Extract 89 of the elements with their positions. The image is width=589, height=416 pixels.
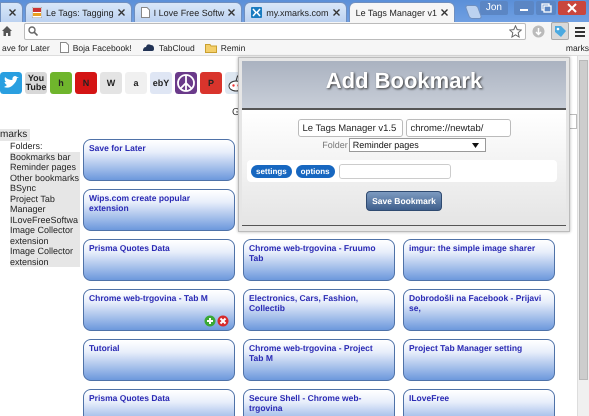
bookmark-title[interactable]: Wips.com create popular extension bbox=[89, 193, 229, 213]
bookmark-title[interactable]: Secure Shell - Chrome web-trgovina bbox=[249, 393, 389, 413]
browser-tab[interactable]: I Love Free Softw bbox=[134, 2, 242, 22]
site-logo-tile[interactable]: ebY bbox=[150, 72, 172, 94]
delete-icon[interactable] bbox=[217, 315, 229, 327]
bookmark-card[interactable]: Chrome web-trgovina - Project Tab M bbox=[243, 339, 395, 381]
user-button[interactable]: Jon bbox=[480, 1, 508, 15]
bookmark-title[interactable]: ILoveFree bbox=[409, 393, 549, 403]
bookmark-item[interactable]: Remin bbox=[204, 42, 246, 52]
bookmark-card[interactable]: imgur: the simple image sharer bbox=[403, 239, 555, 281]
bookmark-card[interactable]: Chrome web-trgovina - Tab M bbox=[83, 289, 235, 331]
bookmark-title[interactable]: imgur: the simple image sharer bbox=[409, 243, 549, 253]
bookmark-item[interactable]: marks bbox=[566, 42, 589, 52]
section-heading: marks bbox=[0, 129, 30, 141]
close-icon[interactable] bbox=[8, 9, 16, 16]
bookmark-title[interactable]: Project Tab Manager setting bbox=[409, 343, 549, 353]
home-icon[interactable] bbox=[2, 25, 12, 37]
folder-link[interactable]: Bookmarks bar bbox=[10, 152, 80, 162]
star-icon[interactable] bbox=[509, 24, 522, 38]
bookmark-title[interactable]: Prisma Quotes Data bbox=[89, 393, 229, 403]
folder-label: Folder bbox=[322, 140, 348, 150]
site-logo-tile[interactable]: a bbox=[125, 72, 147, 94]
restore-icon[interactable] bbox=[536, 1, 556, 15]
close-icon[interactable] bbox=[228, 9, 236, 16]
folder-icon bbox=[204, 42, 217, 52]
page-icon bbox=[140, 7, 150, 18]
close-icon[interactable] bbox=[332, 9, 340, 16]
browser-tab[interactable]: Le Tags: Tagging bbox=[24, 2, 132, 22]
bookmark-card[interactable]: Project Tab Manager setting bbox=[403, 339, 555, 381]
folder-link[interactable]: BSync bbox=[10, 183, 80, 194]
bookmark-title[interactable]: Chrome web-trgovina - Tab M bbox=[89, 293, 229, 303]
bookmark-title[interactable]: Chrome web-trgovina - Project Tab M bbox=[249, 343, 389, 363]
bookmark-card[interactable]: Secure Shell - Chrome web-trgovina bbox=[243, 389, 395, 416]
tag-icon bbox=[554, 24, 566, 38]
search-icon bbox=[28, 26, 38, 36]
menu-icon[interactable] bbox=[575, 26, 585, 36]
cloud-icon bbox=[142, 43, 155, 52]
bookmark-card[interactable]: ILoveFree bbox=[403, 389, 555, 416]
bookmark-card[interactable]: Prisma Quotes Data bbox=[83, 389, 235, 416]
bookmark-card[interactable]: Save for Later bbox=[83, 139, 235, 181]
tag-chip[interactable]: settings bbox=[251, 164, 292, 178]
folder-link[interactable]: Other bookmarks bbox=[10, 172, 80, 183]
folder-link[interactable]: Reminder pages bbox=[10, 162, 80, 172]
scrollbar-thumb[interactable] bbox=[579, 60, 588, 380]
bookmark-title[interactable]: Prisma Quotes Data bbox=[89, 243, 229, 253]
bookmark-title[interactable]: Dobrodošli na Facebook - Prijavi se, bbox=[409, 293, 549, 313]
bookmark-item[interactable]: ave for Later bbox=[2, 42, 50, 52]
folders-label: Folders: bbox=[10, 141, 44, 152]
close-icon[interactable] bbox=[440, 9, 448, 16]
folder-link[interactable]: Image Collector extension bbox=[10, 246, 80, 267]
folder-link[interactable]: Project Tab Manager bbox=[10, 194, 80, 214]
popup-title: Add Bookmark bbox=[242, 61, 566, 110]
bird-logo-icon[interactable] bbox=[0, 72, 22, 94]
address-field[interactable] bbox=[24, 22, 526, 40]
tag-input-field[interactable] bbox=[338, 164, 451, 178]
minimize-icon[interactable] bbox=[514, 1, 534, 15]
bookmark-card[interactable]: Prisma Quotes Data bbox=[83, 239, 235, 281]
site-logo-tile[interactable]: h bbox=[50, 72, 72, 94]
folder-dropdown[interactable]: Reminder pages bbox=[348, 138, 486, 152]
favicon-icon bbox=[251, 7, 262, 18]
site-logo-tile[interactable]: You Tube bbox=[25, 72, 47, 94]
bookmark-item[interactable]: Boja Facebook! bbox=[60, 42, 132, 53]
name-field[interactable]: Le Tags Manager v1.5 bbox=[298, 119, 402, 137]
bookmark-card[interactable]: Dobrodošli na Facebook - Prijavi se, bbox=[403, 289, 555, 331]
bookmark-title[interactable]: Tutorial bbox=[89, 343, 229, 353]
close-icon[interactable] bbox=[118, 9, 125, 16]
save-bookmark-button[interactable]: Save Bookmark bbox=[366, 191, 442, 211]
url-field[interactable]: chrome://newtab/ bbox=[406, 119, 510, 137]
site-logo-tile[interactable]: W bbox=[100, 72, 122, 94]
bookmark-title[interactable]: Electronics, Cars, Fashion, Collectib bbox=[249, 293, 389, 313]
add-icon[interactable] bbox=[204, 315, 216, 327]
bookmark-card[interactable]: Tutorial bbox=[83, 339, 235, 381]
bookmark-title[interactable]: Chrome web-trgovina - Fruumo Tab bbox=[249, 243, 389, 263]
folder-link[interactable]: Image Collector extension bbox=[10, 225, 80, 246]
peace-sign-icon[interactable] bbox=[175, 72, 197, 94]
bookmark-item[interactable]: TabCloud bbox=[142, 42, 195, 52]
bookmark-card[interactable]: Wips.com create popular extension bbox=[83, 189, 235, 231]
browser-tab[interactable]: my.xmarks.com bbox=[244, 2, 347, 22]
favicon-icon bbox=[32, 7, 42, 18]
browser-tab[interactable]: Le Tags Manager v1 bbox=[348, 2, 455, 22]
scrollbar[interactable] bbox=[577, 56, 589, 416]
bookmark-title[interactable]: Save for Later bbox=[89, 143, 229, 153]
new-tab-button[interactable] bbox=[464, 5, 482, 19]
bookmark-card[interactable]: Electronics, Cars, Fashion, Collectib bbox=[243, 289, 395, 331]
folder-link[interactable]: ILoveFreeSoftwa bbox=[10, 214, 80, 225]
caret-icon bbox=[472, 142, 479, 148]
tag-chip[interactable]: options bbox=[296, 164, 335, 178]
bookmark-card[interactable]: Chrome web-trgovina - Fruumo Tab bbox=[243, 239, 395, 281]
browser-tab[interactable] bbox=[0, 2, 23, 22]
